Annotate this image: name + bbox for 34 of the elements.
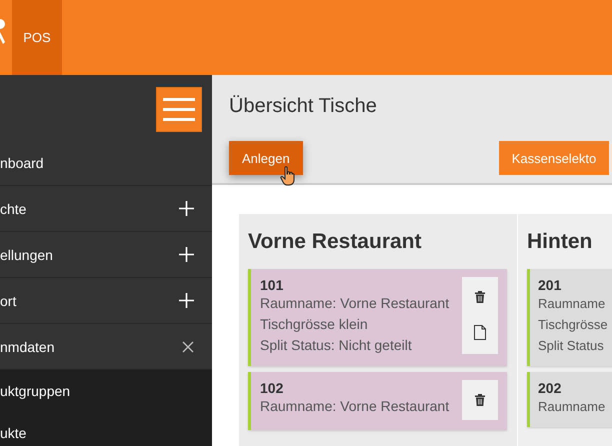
table-card[interactable]: 102 Raumname: Vorne Restaurant xyxy=(248,372,507,430)
delete-icon[interactable] xyxy=(475,291,485,303)
create-button[interactable]: Anlegen xyxy=(229,141,303,175)
plus-icon[interactable] xyxy=(179,201,194,216)
table-card[interactable]: 202 Raumname xyxy=(527,372,612,427)
person-icon xyxy=(0,18,6,44)
table-card[interactable]: 101 Raumname: Vorne Restaurant Tischgrösse klein Split Status: Nicht geteilt xyxy=(248,269,507,366)
table-detail: Tischgrösse klein xyxy=(260,315,369,334)
table-number: 101 xyxy=(260,277,284,293)
table-number: 201 xyxy=(538,277,562,293)
table-number: 202 xyxy=(538,380,562,396)
table-detail: Raumname xyxy=(538,295,606,313)
plus-icon[interactable] xyxy=(179,293,194,308)
hand-cursor-icon xyxy=(280,166,296,186)
table-card[interactable]: 201 Raumname Tischgrösse Split Status xyxy=(527,269,612,366)
table-detail: Raumname xyxy=(538,398,606,416)
menu-icon xyxy=(163,98,195,122)
table-detail: Split Status xyxy=(538,337,605,355)
table-detail: Raumname: Vorne Restaurant xyxy=(260,294,450,313)
table-number: 102 xyxy=(260,380,284,396)
close-icon[interactable] xyxy=(182,340,194,352)
document-icon[interactable] xyxy=(474,325,486,340)
room-title: Hinten xyxy=(526,229,594,255)
table-detail: Raumname: Vorne Restaurant xyxy=(260,397,450,416)
plus-icon[interactable] xyxy=(179,247,194,262)
delete-icon[interactable] xyxy=(475,394,485,406)
pos-tab[interactable]: POS xyxy=(12,0,62,75)
room-title: Vorne Restaurant xyxy=(247,229,422,255)
sidebar-subitem[interactable]: uktgruppen xyxy=(0,370,212,412)
table-detail: Tischgrösse xyxy=(538,316,608,334)
sidebar-subitem[interactable]: ukte xyxy=(0,412,212,446)
table-detail: Split Status: Nicht geteilt xyxy=(260,336,413,355)
page-title: Übersicht Tische xyxy=(229,95,378,118)
menu-button[interactable] xyxy=(156,87,202,132)
